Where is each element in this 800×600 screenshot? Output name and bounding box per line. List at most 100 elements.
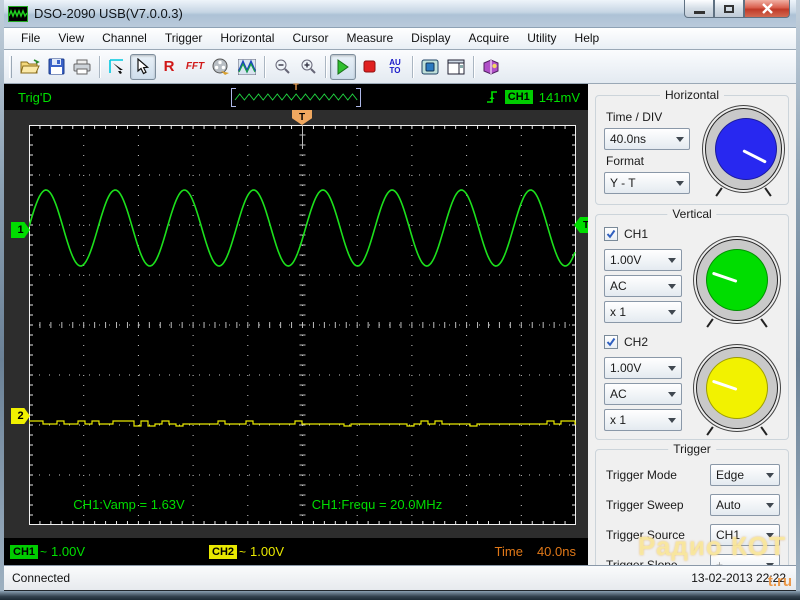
trigger-sweep-select[interactable]: Auto — [710, 494, 780, 516]
start-button[interactable] — [330, 53, 356, 80]
ch2-checkbox-label: CH2 — [624, 335, 649, 349]
window-border-left — [0, 0, 4, 600]
ch2-coupling-select[interactable]: AC — [604, 383, 682, 405]
format-select[interactable]: Y - T — [604, 172, 690, 194]
app-logo-icon — [8, 5, 28, 22]
close-icon — [761, 3, 773, 14]
vertical-group: Vertical CH1 1.00V AC x 1 CH2 1.00V AC x… — [595, 207, 789, 440]
help-button[interactable] — [478, 54, 504, 80]
menu-display[interactable]: Display — [402, 28, 459, 49]
pointer-button[interactable] — [130, 53, 156, 80]
horizontal-group-title: Horizontal — [659, 88, 725, 102]
trigger-position-marker[interactable]: T — [292, 110, 312, 125]
maximize-button[interactable] — [714, 0, 744, 18]
trigger-info: CH1 141mV — [485, 89, 580, 105]
ch2-ground-marker[interactable]: 2 — [11, 408, 30, 424]
scope-grid: CH1:Vamp = 1.63V CH1:Frequ = 20.0MHz — [28, 124, 577, 526]
menu-trigger[interactable]: Trigger — [156, 28, 212, 49]
auto-setup-button[interactable]: AU TO — [382, 54, 408, 80]
ch1-volt-select[interactable]: 1.00V — [604, 249, 682, 271]
trigger-mode-select[interactable]: Edge — [710, 464, 780, 486]
save-button[interactable] — [43, 54, 69, 80]
trigger-status-text: Trig'D — [18, 89, 52, 105]
ch2-volt-select[interactable]: 1.00V — [604, 357, 682, 379]
ch1-checkbox[interactable] — [604, 227, 618, 241]
media-button[interactable] — [208, 54, 234, 80]
print-button[interactable] — [69, 54, 95, 80]
panel-layout-button[interactable] — [443, 54, 469, 80]
fft-button[interactable]: FFT — [182, 54, 208, 80]
trigger-level-marker[interactable]: T — [574, 217, 588, 233]
control-panel: Horizontal Time / DIV 40.0ns Format Y - … — [588, 84, 796, 577]
chevron-down-icon — [676, 137, 684, 146]
toolbar-separator — [473, 55, 474, 78]
ch2-probe-select[interactable]: x 1 — [604, 409, 682, 431]
vertical-group-title: Vertical — [667, 207, 717, 221]
ch1-probe-select[interactable]: x 1 — [604, 301, 682, 323]
minimize-button[interactable] — [684, 0, 714, 18]
stop-icon — [363, 60, 375, 73]
toolbar-separator — [325, 55, 326, 78]
menu-acquire[interactable]: Acquire — [460, 28, 519, 49]
ch2-settings[interactable]: CH2 ~ 1.00V — [209, 544, 284, 559]
trigger-source-select[interactable]: CH1 — [710, 524, 780, 546]
zoom-in-icon — [301, 59, 316, 74]
zoom-in-button[interactable] — [295, 54, 321, 80]
menu-horizontal[interactable]: Horizontal — [211, 28, 283, 49]
zoom-out-button[interactable] — [269, 54, 295, 80]
help-book-icon — [483, 58, 499, 75]
ch1-settings[interactable]: CH1 ~ 1.00V — [10, 544, 85, 559]
auto-glyph: AU TO — [389, 57, 401, 75]
ch1-volts-per-div: 1.00V — [51, 544, 86, 559]
menu-cursor[interactable]: Cursor — [283, 28, 337, 49]
ch1-ground-marker[interactable]: 1 — [11, 222, 30, 238]
trigger-sweep-row: Trigger Sweep Auto — [606, 494, 780, 516]
ch2-enable-row: CH2 — [604, 335, 782, 349]
refresh-r-button[interactable]: R — [156, 54, 182, 80]
menu-utility[interactable]: Utility — [518, 28, 565, 49]
check-icon — [606, 337, 616, 347]
close-button[interactable] — [744, 0, 790, 18]
film-reel-icon — [212, 58, 229, 75]
time-div-label: Time / DIV — [606, 110, 663, 124]
menu-channel[interactable]: Channel — [93, 28, 156, 49]
full-screen-button[interactable] — [417, 54, 443, 80]
ch1-coupling-select[interactable]: AC — [604, 275, 682, 297]
horizontal-position-knob[interactable] — [704, 108, 782, 197]
preview-left-bracket[interactable] — [231, 88, 236, 107]
scope-display[interactable]: CH1:Vamp = 1.63V CH1:Frequ = 20.0MHz 1 2 … — [4, 110, 588, 538]
trigger-edge-icon — [486, 91, 497, 103]
chevron-down-icon — [668, 284, 676, 293]
preview-right-bracket[interactable] — [356, 88, 361, 107]
menu-view[interactable]: View — [49, 28, 93, 49]
time-div-select[interactable]: 40.0ns — [604, 128, 690, 150]
menu-file[interactable]: File — [12, 28, 49, 49]
toolbar-drag-handle[interactable] — [9, 55, 12, 78]
ch2-badge: CH2 — [209, 544, 238, 559]
preview-t-marker[interactable]: T — [293, 83, 299, 92]
toolbar: R FFT AU TO — [4, 50, 796, 84]
check-icon — [606, 229, 616, 239]
stop-button[interactable] — [356, 54, 382, 80]
ch1-enable-row: CH1 — [604, 227, 782, 241]
open-button[interactable] — [17, 54, 43, 80]
waveform-button[interactable] — [234, 54, 260, 80]
status-bar: Connected 13-02-2013 22:22 — [4, 565, 796, 590]
window-border-right — [796, 0, 800, 600]
ch1-position-knob[interactable] — [696, 239, 778, 328]
ch2-checkbox[interactable] — [604, 335, 618, 349]
trigger-source-badge: CH1 — [504, 90, 533, 104]
chevron-down-icon — [668, 418, 676, 427]
ch2-volts-per-div: 1.00V — [250, 544, 285, 559]
ch2-position-knob[interactable] — [696, 347, 778, 436]
waveform-preview[interactable]: T — [231, 83, 361, 107]
cursor-measure-button[interactable] — [104, 54, 130, 80]
trigger-position-line — [302, 125, 303, 149]
trigger-status-bar: Trig'D T CH1 141mV — [4, 83, 588, 110]
menu-measure[interactable]: Measure — [337, 28, 402, 49]
chevron-down-icon — [668, 258, 676, 267]
trigger-group: Trigger Trigger Mode Edge Trigger Sweep … — [595, 442, 789, 577]
ch1-coupling-icon: ~ — [40, 544, 48, 559]
title-bar[interactable]: DSO-2090 USB(V7.0.0.3) — [0, 0, 800, 28]
menu-help[interactable]: Help — [566, 28, 609, 49]
